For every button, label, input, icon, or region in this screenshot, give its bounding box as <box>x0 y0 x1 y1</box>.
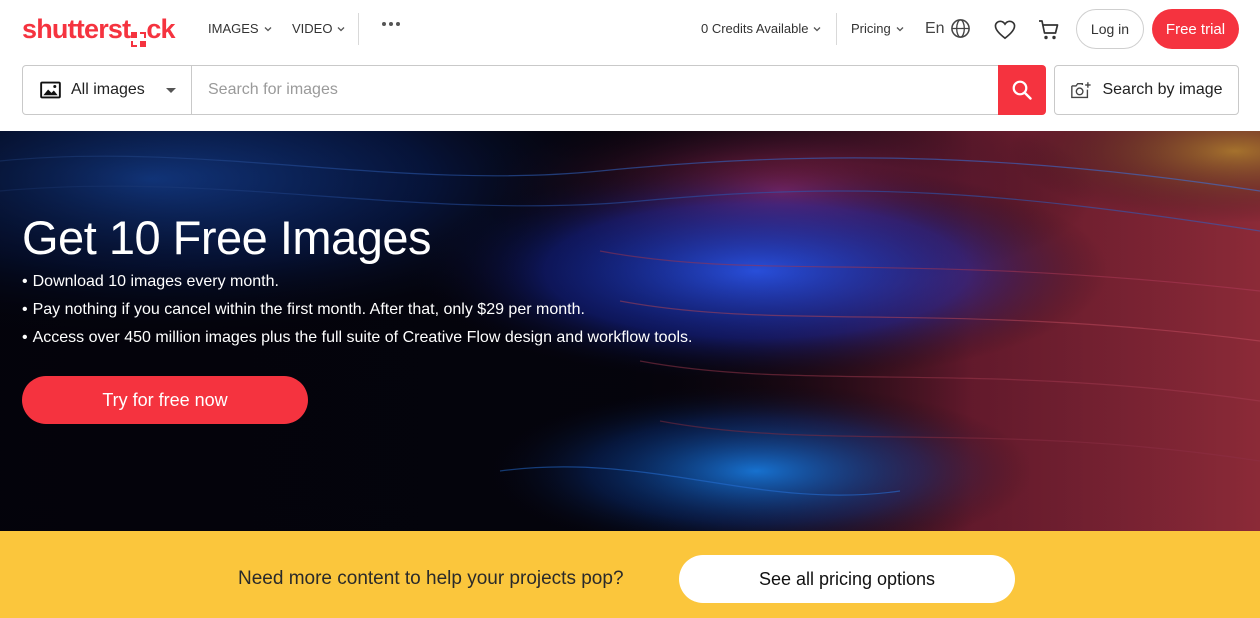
heart-icon <box>994 20 1016 40</box>
promo-text: Need more content to help your projects … <box>238 568 624 589</box>
see-pricing-button[interactable]: See all pricing options <box>679 555 1015 603</box>
nav-images-label: IMAGES <box>208 21 259 36</box>
chevron-down-icon <box>264 27 272 32</box>
hero-benefit-item: Download 10 images every month. <box>22 268 692 296</box>
pricing-label: Pricing <box>851 21 891 36</box>
image-icon <box>40 81 61 99</box>
chevron-down-icon <box>338 27 345 32</box>
cart-button[interactable] <box>1037 18 1061 42</box>
try-for-free-button[interactable]: Try for free now <box>22 376 308 424</box>
media-type-value: All images <box>71 81 145 98</box>
hero-benefit-item: Access over 450 million images plus the … <box>22 324 693 352</box>
nav-video-menu[interactable]: VIDEO <box>292 21 345 37</box>
chevron-down-icon <box>896 27 904 32</box>
hero-benefit-item: Pay nothing if you cancel within the fir… <box>22 296 692 324</box>
logo-text-start: shutterst <box>22 14 131 44</box>
nav-video-label: VIDEO <box>292 21 333 36</box>
globe-icon <box>950 19 970 38</box>
cart-icon <box>1039 20 1059 40</box>
favorites-button[interactable] <box>993 18 1017 42</box>
nav-divider <box>358 13 359 45</box>
search-by-image-label: Search by image <box>1102 81 1223 98</box>
more-dots-icon[interactable] <box>382 22 400 26</box>
hero-title: Get 10 Free Images <box>22 211 431 264</box>
logo-text-end: ck <box>146 14 175 44</box>
language-selector[interactable]: En <box>925 18 971 39</box>
hero-banner: Get 10 Free Images Download 10 images ev… <box>0 131 1260 531</box>
chevron-down-icon <box>813 27 821 32</box>
credits-label: 0 Credits Available <box>701 21 809 36</box>
search-input[interactable] <box>191 65 999 115</box>
shutterstock-logo[interactable]: shutterst ck <box>22 14 176 47</box>
credits-menu[interactable]: 0 Credits Available <box>701 21 821 37</box>
nav-divider <box>836 13 837 45</box>
logo-aperture-icon <box>130 23 146 47</box>
caret-down-icon <box>166 88 176 93</box>
search-by-image-button[interactable]: Search by image <box>1054 65 1239 115</box>
free-trial-button[interactable]: Free trial <box>1152 9 1239 49</box>
login-button[interactable]: Log in <box>1076 9 1144 49</box>
search-submit-button[interactable] <box>998 65 1046 115</box>
nav-images-menu[interactable]: IMAGES <box>208 21 272 37</box>
hero-benefits-list: Download 10 images every month. Pay noth… <box>22 268 693 352</box>
top-navigation: shutterst ck IMAGES VIDEO 0 Credits Avai… <box>0 0 1260 60</box>
media-type-dropdown[interactable]: All images <box>22 65 192 115</box>
pricing-promo-banner: Need more content to help your projects … <box>0 531 1260 618</box>
search-icon <box>1012 80 1032 100</box>
pricing-menu[interactable]: Pricing <box>851 21 904 37</box>
language-label: En <box>925 19 945 37</box>
camera-plus-icon <box>1071 81 1092 98</box>
